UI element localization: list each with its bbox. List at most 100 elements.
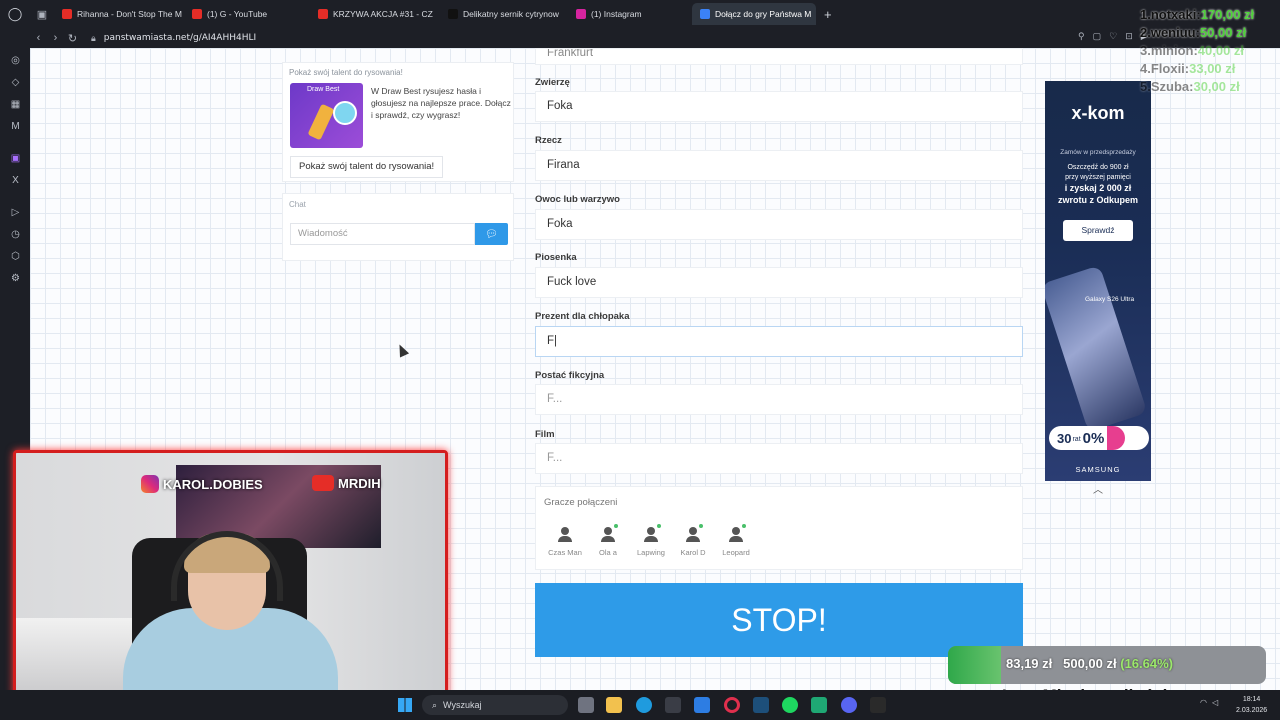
- tab-panstwa-miasta[interactable]: Dołącz do gry Państwa M: [692, 3, 816, 25]
- player-icon[interactable]: ▷: [9, 206, 22, 219]
- speech-bubble-icon: [333, 101, 357, 125]
- taskbar-clock[interactable]: 18:14 2.03.2026: [1236, 694, 1267, 716]
- aria-icon[interactable]: ◎: [9, 54, 22, 67]
- ad-phone-name: Galaxy S26 Ultra: [1085, 296, 1135, 303]
- opera-logo-icon[interactable]: ◯: [0, 0, 30, 28]
- webcam-overlay: KAROL.DOBIES MRDIH: [13, 450, 448, 698]
- chat-send-button[interactable]: 💬︎: [475, 223, 508, 245]
- category-label: Rzecz: [535, 135, 562, 146]
- task-view-icon[interactable]: [578, 697, 594, 713]
- volume-icon[interactable]: ◁: [1212, 698, 1218, 707]
- windows-start-icon[interactable]: [398, 698, 412, 712]
- instagram-icon: [141, 475, 159, 493]
- youtube-handle: MRDIH: [312, 475, 381, 491]
- category-input-fictional-character[interactable]: F...: [535, 384, 1023, 415]
- store-icon[interactable]: [665, 697, 681, 713]
- bookmark-icon[interactable]: ♡: [1109, 31, 1117, 42]
- globe-icon: [700, 9, 710, 19]
- discord-icon[interactable]: [841, 697, 857, 713]
- user-icon: [641, 524, 661, 544]
- category-input-fruit-vegetable[interactable]: Foka: [535, 209, 1023, 240]
- tab-rihanna[interactable]: Rihanna - Don't Stop The M: [54, 3, 184, 25]
- edge-icon[interactable]: [636, 697, 652, 713]
- xkom-ad-banner[interactable]: x-kom Zamów w przedsprzedaży Oszczędź do…: [1045, 81, 1151, 481]
- category-input-film[interactable]: F...: [535, 443, 1023, 474]
- player-item: Lapwing: [629, 524, 673, 557]
- opera-icon[interactable]: [724, 697, 740, 713]
- tab-instagram[interactable]: (1) Instagram: [568, 3, 692, 25]
- file-explorer-icon[interactable]: [606, 697, 622, 713]
- back-arrow-icon[interactable]: ‹: [30, 32, 47, 44]
- wifi-icon[interactable]: ◠: [1200, 698, 1207, 707]
- chat-icon[interactable]: ◇: [9, 76, 22, 89]
- pin-icon[interactable]: ⚲: [1078, 31, 1085, 42]
- twitch-icon[interactable]: ▣: [9, 152, 22, 165]
- mail-icon[interactable]: [694, 697, 710, 713]
- extensions-icon[interactable]: ⬡: [9, 250, 22, 263]
- tab-youtube[interactable]: (1) G - YouTube: [184, 3, 310, 25]
- tiktok-icon: [448, 9, 458, 19]
- messenger-icon[interactable]: M: [9, 120, 22, 133]
- youtube-icon: [312, 475, 334, 491]
- category-label: Owoc lub warzywo: [535, 194, 620, 205]
- system-tray: ◠ ◁: [1200, 698, 1218, 707]
- donation-row: 1.notxaki:170,00 zł: [1140, 7, 1255, 22]
- epic-games-icon[interactable]: [870, 697, 886, 713]
- player-name: Karol D: [680, 548, 706, 557]
- address-bar-tools: ⚲ ▢ ♡ ⊡ ▶: [1078, 31, 1148, 42]
- players-title: Gracze połączeni: [544, 497, 618, 508]
- workspaces-icon[interactable]: ▣: [30, 8, 54, 21]
- reload-icon[interactable]: ↻: [64, 32, 81, 45]
- category-label: Zwierzę: [535, 77, 570, 88]
- steam-icon[interactable]: [753, 697, 769, 713]
- chat-panel: Chat Wiadomość 💬︎: [282, 193, 514, 261]
- player-name: Leopard: [722, 548, 750, 557]
- category-label: Postać fikcyjna: [535, 370, 605, 381]
- category-input-city[interactable]: Frankfurt: [535, 48, 1023, 65]
- tab-sernik[interactable]: Delikatny sernik cytrynow: [440, 3, 568, 25]
- forward-arrow-icon[interactable]: ›: [47, 32, 64, 44]
- youtube-icon: [318, 9, 328, 19]
- chat-message-input[interactable]: Wiadomość: [290, 223, 475, 245]
- windows-taskbar: ⌕ Wyszukaj ◠ ◁ 18:14 2.03.2026: [0, 690, 1280, 720]
- tab-krzywa-akcja[interactable]: KRZYWA AKCJA #31 - CZ: [310, 3, 440, 25]
- new-tab-plus-icon[interactable]: +: [816, 7, 840, 22]
- extension-icon[interactable]: ⊡: [1125, 31, 1133, 42]
- draw-best-image[interactable]: Draw Best: [290, 83, 363, 148]
- promo-button[interactable]: Pokaż swój talent do rysowania!: [290, 156, 444, 178]
- category-input-thing[interactable]: Firana: [535, 150, 1023, 181]
- installments-percent: 0%: [1082, 429, 1105, 447]
- instagram-handle: KAROL.DOBIES: [141, 475, 263, 493]
- category-label: Film: [535, 429, 555, 440]
- category-label: Prezent dla chłopaka: [535, 311, 630, 322]
- snapshot-icon[interactable]: ▢: [1093, 31, 1102, 42]
- chat-title: Chat: [289, 200, 306, 209]
- ad-line: i zyskaj 2 000 zł: [1064, 183, 1132, 193]
- gamepad-icon[interactable]: ▦: [9, 98, 22, 111]
- x-icon[interactable]: X: [9, 174, 22, 187]
- ad-subtitle: Zamów w przedsprzedaży: [1060, 149, 1136, 156]
- samsung-logo: SAMSUNG: [1075, 465, 1121, 474]
- speech-bubble-icon: 💬︎: [485, 228, 498, 240]
- phone-image: [1045, 265, 1148, 432]
- donation-row: 4.Floxii:33,00 zł: [1140, 61, 1236, 76]
- url-field[interactable]: panstwamiasta.net/g/AI4AHH4HLI: [104, 33, 256, 43]
- search-icon: ⌕: [432, 699, 438, 710]
- settings-gear-icon[interactable]: ⚙: [9, 272, 22, 285]
- chevron-up-icon[interactable]: ︿: [1090, 485, 1106, 497]
- category-input-song[interactable]: Fuck love: [535, 267, 1023, 298]
- ad-offer-text: Oszczędź do 900 zł przy wyższej pamięci …: [1050, 163, 1146, 207]
- spotify-icon[interactable]: [782, 697, 798, 713]
- category-input-animal[interactable]: Foka: [535, 91, 1023, 122]
- youtube-icon: [192, 9, 202, 19]
- history-icon[interactable]: ◷: [9, 228, 22, 241]
- category-input-gift[interactable]: F|: [535, 326, 1023, 357]
- ad-line: zwrotu z Odkupem: [1057, 195, 1138, 205]
- lock-icon: 🔒︎: [91, 32, 96, 43]
- promo-image-caption: Draw Best: [307, 86, 340, 93]
- taskbar-search[interactable]: ⌕ Wyszukaj: [422, 695, 568, 715]
- app-icon[interactable]: [811, 697, 827, 713]
- instagram-icon: [576, 9, 586, 19]
- xkom-logo: x-kom: [1071, 103, 1125, 123]
- ad-check-button[interactable]: Sprawdź: [1063, 220, 1133, 241]
